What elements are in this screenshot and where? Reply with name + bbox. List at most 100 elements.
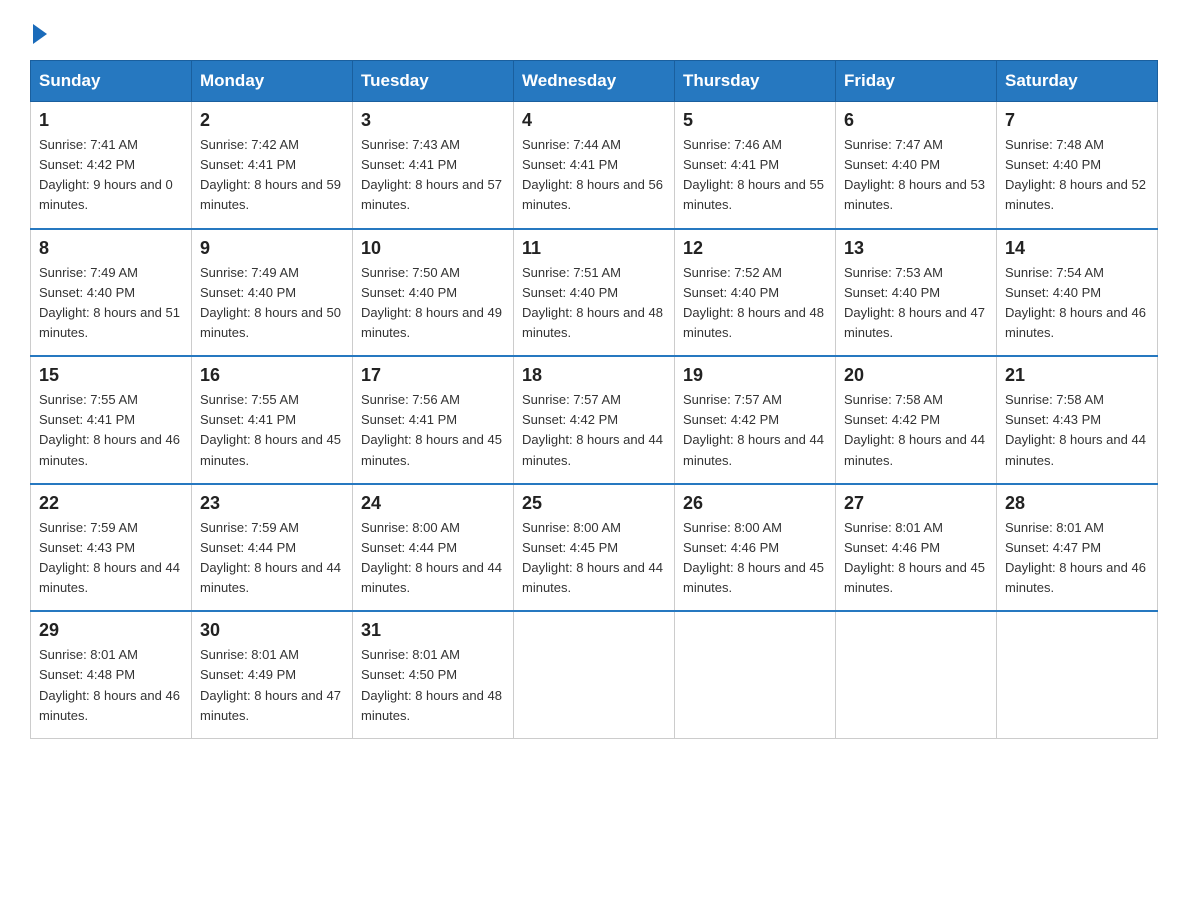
day-info: Sunrise: 7:58 AMSunset: 4:43 PMDaylight:… bbox=[1005, 390, 1149, 471]
day-number: 29 bbox=[39, 620, 183, 641]
page-header bbox=[30, 20, 1158, 42]
day-number: 24 bbox=[361, 493, 505, 514]
calendar-cell: 10 Sunrise: 7:50 AMSunset: 4:40 PMDayligh… bbox=[353, 229, 514, 357]
day-number: 26 bbox=[683, 493, 827, 514]
day-info: Sunrise: 7:43 AMSunset: 4:41 PMDaylight:… bbox=[361, 135, 505, 216]
calendar-cell: 29 Sunrise: 8:01 AMSunset: 4:48 PMDayligh… bbox=[31, 611, 192, 738]
day-info: Sunrise: 7:53 AMSunset: 4:40 PMDaylight:… bbox=[844, 263, 988, 344]
day-info: Sunrise: 8:00 AMSunset: 4:45 PMDaylight:… bbox=[522, 518, 666, 599]
day-number: 21 bbox=[1005, 365, 1149, 386]
day-info: Sunrise: 7:49 AMSunset: 4:40 PMDaylight:… bbox=[200, 263, 344, 344]
calendar-cell: 1Sunrise: 7:41 AMSunset: 4:42 PMDaylight… bbox=[31, 102, 192, 229]
day-info: Sunrise: 7:49 AMSunset: 4:40 PMDaylight:… bbox=[39, 263, 183, 344]
day-number: 18 bbox=[522, 365, 666, 386]
day-number: 19 bbox=[683, 365, 827, 386]
day-info: Sunrise: 8:01 AMSunset: 4:47 PMDaylight:… bbox=[1005, 518, 1149, 599]
weekday-header-tuesday: Tuesday bbox=[353, 61, 514, 102]
calendar-cell: 9 Sunrise: 7:49 AMSunset: 4:40 PMDaylight… bbox=[192, 229, 353, 357]
calendar-cell: 21 Sunrise: 7:58 AMSunset: 4:43 PMDayligh… bbox=[997, 356, 1158, 484]
day-number: 20 bbox=[844, 365, 988, 386]
day-info: Sunrise: 7:50 AMSunset: 4:40 PMDaylight:… bbox=[361, 263, 505, 344]
day-number: 17 bbox=[361, 365, 505, 386]
day-number: 5 bbox=[683, 110, 827, 131]
calendar-cell bbox=[836, 611, 997, 738]
day-info: Sunrise: 7:55 AMSunset: 4:41 PMDaylight:… bbox=[200, 390, 344, 471]
calendar-cell bbox=[997, 611, 1158, 738]
weekday-header-sunday: Sunday bbox=[31, 61, 192, 102]
day-info: Sunrise: 7:56 AMSunset: 4:41 PMDaylight:… bbox=[361, 390, 505, 471]
calendar-week-row: 1Sunrise: 7:41 AMSunset: 4:42 PMDaylight… bbox=[31, 102, 1158, 229]
day-number: 10 bbox=[361, 238, 505, 259]
calendar-week-row: 29 Sunrise: 8:01 AMSunset: 4:48 PMDayligh… bbox=[31, 611, 1158, 738]
day-info: Sunrise: 7:48 AMSunset: 4:40 PMDaylight:… bbox=[1005, 135, 1149, 216]
day-number: 12 bbox=[683, 238, 827, 259]
calendar-cell bbox=[675, 611, 836, 738]
calendar-cell: 17 Sunrise: 7:56 AMSunset: 4:41 PMDayligh… bbox=[353, 356, 514, 484]
weekday-header-row: SundayMondayTuesdayWednesdayThursdayFrid… bbox=[31, 61, 1158, 102]
weekday-header-wednesday: Wednesday bbox=[514, 61, 675, 102]
day-number: 23 bbox=[200, 493, 344, 514]
day-number: 7 bbox=[1005, 110, 1149, 131]
calendar-cell: 31Sunrise: 8:01 AMSunset: 4:50 PMDayligh… bbox=[353, 611, 514, 738]
day-info: Sunrise: 7:59 AMSunset: 4:44 PMDaylight:… bbox=[200, 518, 344, 599]
day-number: 3 bbox=[361, 110, 505, 131]
calendar-cell: 20Sunrise: 7:58 AMSunset: 4:42 PMDayligh… bbox=[836, 356, 997, 484]
calendar-cell: 25 Sunrise: 8:00 AMSunset: 4:45 PMDayligh… bbox=[514, 484, 675, 612]
logo bbox=[30, 20, 47, 42]
calendar-cell: 2 Sunrise: 7:42 AMSunset: 4:41 PMDaylight… bbox=[192, 102, 353, 229]
day-info: Sunrise: 7:55 AMSunset: 4:41 PMDaylight:… bbox=[39, 390, 183, 471]
calendar-cell: 16 Sunrise: 7:55 AMSunset: 4:41 PMDayligh… bbox=[192, 356, 353, 484]
day-info: Sunrise: 8:01 AMSunset: 4:49 PMDaylight:… bbox=[200, 645, 344, 726]
calendar-cell: 24Sunrise: 8:00 AMSunset: 4:44 PMDayligh… bbox=[353, 484, 514, 612]
calendar-cell: 18 Sunrise: 7:57 AMSunset: 4:42 PMDayligh… bbox=[514, 356, 675, 484]
day-info: Sunrise: 7:47 AMSunset: 4:40 PMDaylight:… bbox=[844, 135, 988, 216]
calendar-cell: 4 Sunrise: 7:44 AMSunset: 4:41 PMDaylight… bbox=[514, 102, 675, 229]
logo-arrow-icon bbox=[33, 24, 47, 44]
calendar-week-row: 15 Sunrise: 7:55 AMSunset: 4:41 PMDayligh… bbox=[31, 356, 1158, 484]
day-number: 16 bbox=[200, 365, 344, 386]
day-number: 6 bbox=[844, 110, 988, 131]
calendar-cell: 19 Sunrise: 7:57 AMSunset: 4:42 PMDayligh… bbox=[675, 356, 836, 484]
weekday-header-monday: Monday bbox=[192, 61, 353, 102]
day-info: Sunrise: 7:57 AMSunset: 4:42 PMDaylight:… bbox=[683, 390, 827, 471]
day-number: 9 bbox=[200, 238, 344, 259]
calendar-cell: 28Sunrise: 8:01 AMSunset: 4:47 PMDayligh… bbox=[997, 484, 1158, 612]
day-info: Sunrise: 7:46 AMSunset: 4:41 PMDaylight:… bbox=[683, 135, 827, 216]
day-number: 22 bbox=[39, 493, 183, 514]
calendar-cell: 11Sunrise: 7:51 AMSunset: 4:40 PMDayligh… bbox=[514, 229, 675, 357]
calendar-cell: 6 Sunrise: 7:47 AMSunset: 4:40 PMDaylight… bbox=[836, 102, 997, 229]
calendar-cell: 30 Sunrise: 8:01 AMSunset: 4:49 PMDayligh… bbox=[192, 611, 353, 738]
day-number: 25 bbox=[522, 493, 666, 514]
day-number: 1 bbox=[39, 110, 183, 131]
day-number: 31 bbox=[361, 620, 505, 641]
weekday-header-thursday: Thursday bbox=[675, 61, 836, 102]
day-number: 8 bbox=[39, 238, 183, 259]
day-number: 27 bbox=[844, 493, 988, 514]
calendar-cell: 8 Sunrise: 7:49 AMSunset: 4:40 PMDaylight… bbox=[31, 229, 192, 357]
day-info: Sunrise: 7:42 AMSunset: 4:41 PMDaylight:… bbox=[200, 135, 344, 216]
day-info: Sunrise: 8:01 AMSunset: 4:46 PMDaylight:… bbox=[844, 518, 988, 599]
calendar-week-row: 8 Sunrise: 7:49 AMSunset: 4:40 PMDaylight… bbox=[31, 229, 1158, 357]
day-number: 30 bbox=[200, 620, 344, 641]
weekday-header-friday: Friday bbox=[836, 61, 997, 102]
day-info: Sunrise: 7:44 AMSunset: 4:41 PMDaylight:… bbox=[522, 135, 666, 216]
calendar-table: SundayMondayTuesdayWednesdayThursdayFrid… bbox=[30, 60, 1158, 739]
day-number: 2 bbox=[200, 110, 344, 131]
day-number: 13 bbox=[844, 238, 988, 259]
calendar-cell: 22 Sunrise: 7:59 AMSunset: 4:43 PMDayligh… bbox=[31, 484, 192, 612]
day-info: Sunrise: 7:54 AMSunset: 4:40 PMDaylight:… bbox=[1005, 263, 1149, 344]
calendar-cell: 26 Sunrise: 8:00 AMSunset: 4:46 PMDayligh… bbox=[675, 484, 836, 612]
day-number: 11 bbox=[522, 238, 666, 259]
calendar-cell: 7 Sunrise: 7:48 AMSunset: 4:40 PMDaylight… bbox=[997, 102, 1158, 229]
calendar-cell: 13 Sunrise: 7:53 AMSunset: 4:40 PMDayligh… bbox=[836, 229, 997, 357]
day-info: Sunrise: 8:00 AMSunset: 4:46 PMDaylight:… bbox=[683, 518, 827, 599]
day-number: 14 bbox=[1005, 238, 1149, 259]
day-number: 4 bbox=[522, 110, 666, 131]
day-info: Sunrise: 7:59 AMSunset: 4:43 PMDaylight:… bbox=[39, 518, 183, 599]
day-number: 15 bbox=[39, 365, 183, 386]
calendar-cell bbox=[514, 611, 675, 738]
weekday-header-saturday: Saturday bbox=[997, 61, 1158, 102]
day-info: Sunrise: 7:57 AMSunset: 4:42 PMDaylight:… bbox=[522, 390, 666, 471]
day-info: Sunrise: 8:01 AMSunset: 4:48 PMDaylight:… bbox=[39, 645, 183, 726]
calendar-cell: 23 Sunrise: 7:59 AMSunset: 4:44 PMDayligh… bbox=[192, 484, 353, 612]
